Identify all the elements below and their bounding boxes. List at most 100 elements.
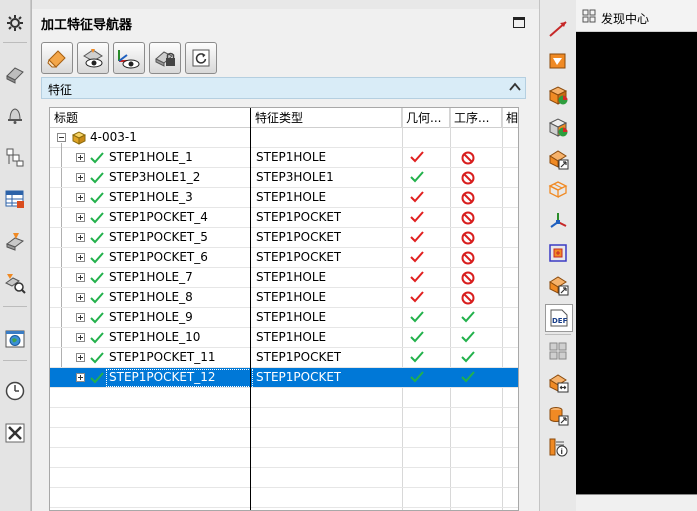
empty-row [50, 448, 518, 468]
table-row[interactable]: STEP1HOLE_8 STEP1HOLE [50, 288, 518, 308]
status-check-icon [90, 171, 104, 185]
web-browser-globe-icon[interactable] [3, 326, 27, 352]
refresh-icon[interactable] [185, 42, 217, 74]
discover-grid-icon [582, 9, 596, 23]
geometry-red-check-icon [405, 151, 429, 167]
feature-name: STEP1HOLE_10 [109, 330, 201, 344]
table-row[interactable]: STEP1POCKET_4 STEP1POCKET [50, 208, 518, 228]
operation-green-check-icon [456, 311, 480, 327]
column-header-geometry[interactable]: 几何... [402, 108, 450, 128]
section-header-features[interactable]: 特征 [41, 77, 526, 99]
expand-icon[interactable] [76, 153, 85, 162]
expand-icon[interactable] [76, 233, 85, 242]
feature-resize-icon[interactable] [545, 370, 571, 396]
geometry-red-check-icon [405, 291, 429, 307]
table-row[interactable]: STEP1POCKET_12 STEP1POCKET [50, 368, 518, 388]
assembly-bell-icon[interactable] [3, 102, 27, 128]
feature-group-search-icon[interactable] [3, 270, 27, 296]
feature-info-icon[interactable]: i [545, 434, 571, 460]
measure-arrow-icon[interactable] [545, 16, 571, 42]
cube-cursor-icon[interactable] [545, 146, 571, 172]
feature-type: STEP1POCKET [256, 250, 342, 264]
feature-type: STEP1HOLE [256, 190, 327, 204]
geometry-green-check-icon [405, 331, 429, 347]
machining-feature-navigator-icon[interactable] [3, 228, 27, 254]
operation-prohibited-icon [456, 231, 480, 247]
expand-icon[interactable] [76, 293, 85, 302]
settings-gear-icon[interactable] [3, 10, 27, 36]
maximize-icon[interactable] [513, 17, 525, 28]
expand-icon[interactable] [76, 213, 85, 222]
column-header-title[interactable]: 标题 [50, 108, 251, 128]
tree-root-row[interactable]: 4-003-1 [50, 128, 518, 148]
grid-layout-icon[interactable] [545, 338, 571, 364]
geometry-green-check-icon [405, 171, 429, 187]
process-tools-wrench-icon[interactable] [3, 420, 27, 446]
feature-name: STEP1HOLE_7 [109, 270, 193, 284]
root-label: 4-003-1 [90, 130, 137, 144]
feature-type: STEP1HOLE [256, 150, 327, 164]
expand-icon[interactable] [76, 333, 85, 342]
graphics-window[interactable] [576, 32, 697, 494]
geometry-red-check-icon [405, 271, 429, 287]
wire-cube-color-icon[interactable] [545, 114, 571, 140]
feature-name: STEP3HOLE1_2 [109, 170, 201, 184]
table-row[interactable]: STEP1HOLE_3 STEP1HOLE [50, 188, 518, 208]
history-clock-icon[interactable] [3, 378, 27, 404]
expand-icon[interactable] [76, 173, 85, 182]
expand-icon[interactable] [76, 193, 85, 202]
geometry-red-check-icon [405, 211, 429, 227]
wcs-box-icon[interactable] [545, 240, 571, 266]
table-row[interactable]: STEP1HOLE_9 STEP1HOLE [50, 308, 518, 328]
show-features-eye-icon[interactable] [77, 42, 109, 74]
wire-grid-cube-icon[interactable] [545, 176, 571, 202]
expand-icon[interactable] [76, 353, 85, 362]
collapse-icon[interactable] [57, 133, 66, 142]
table-row[interactable]: STEP1POCKET_6 STEP1POCKET [50, 248, 518, 268]
operation-navigator-table-icon[interactable] [3, 186, 27, 212]
status-check-icon [90, 331, 104, 345]
status-check-icon [90, 291, 104, 305]
discover-center-tab[interactable]: 发现中心 [576, 0, 697, 32]
expand-icon[interactable] [76, 373, 85, 382]
column-header-extra[interactable]: 相 [502, 108, 518, 128]
expand-icon[interactable] [76, 313, 85, 322]
status-check-icon [90, 151, 104, 165]
define-feature-def-icon[interactable]: DEF [545, 304, 573, 332]
feature-name: STEP1POCKET_4 [109, 210, 208, 224]
column-header-feature-type[interactable]: 特征类型 [251, 108, 402, 128]
status-check-icon [90, 191, 104, 205]
machine-tool-navigator-icon[interactable] [3, 144, 27, 170]
feature-type: STEP1HOLE [256, 290, 327, 304]
empty-row [50, 468, 518, 488]
table-row[interactable]: STEP1POCKET_5 STEP1POCKET [50, 228, 518, 248]
column-header-operation[interactable]: 工序... [450, 108, 502, 128]
feature-recognition-icon[interactable] [545, 48, 571, 74]
section-label: 特征 [48, 83, 73, 97]
feature-type: STEP1HOLE [256, 270, 327, 284]
table-row[interactable]: STEP1POCKET_11 STEP1POCKET [50, 348, 518, 368]
expand-icon[interactable] [76, 253, 85, 262]
svg-text:DEF: DEF [552, 317, 568, 325]
empty-row [50, 408, 518, 428]
feature-cursor-icon[interactable] [545, 272, 571, 298]
part-navigator-icon[interactable] [3, 60, 27, 86]
expand-icon[interactable] [76, 273, 85, 282]
feature-table: 标题 特征类型 几何... 工序... 相 4-003-1 STEP1HOLE_1… [49, 107, 519, 511]
feature-name: STEP1HOLE_3 [109, 190, 193, 204]
table-row[interactable]: STEP1HOLE_1 STEP1HOLE [50, 148, 518, 168]
chevron-up-icon[interactable] [508, 80, 522, 94]
cylinder-cursor-icon[interactable] [545, 402, 571, 428]
table-row[interactable]: STEP1HOLE_7 STEP1HOLE [50, 268, 518, 288]
operation-prohibited-icon [456, 171, 480, 187]
table-row[interactable]: STEP1HOLE_10 STEP1HOLE [50, 328, 518, 348]
lock-features-icon[interactable] [149, 42, 181, 74]
show-geometry-eye-icon[interactable] [113, 42, 145, 74]
find-features-eraser-icon[interactable] [41, 42, 73, 74]
table-header: 标题 特征类型 几何... 工序... 相 [50, 108, 518, 128]
status-check-icon [90, 211, 104, 225]
coordinate-axes-icon[interactable] [545, 208, 571, 234]
table-row[interactable]: STEP3HOLE1_2 STEP3HOLE1 [50, 168, 518, 188]
cube-color-wheel-icon[interactable] [545, 82, 571, 108]
empty-row [50, 388, 518, 408]
